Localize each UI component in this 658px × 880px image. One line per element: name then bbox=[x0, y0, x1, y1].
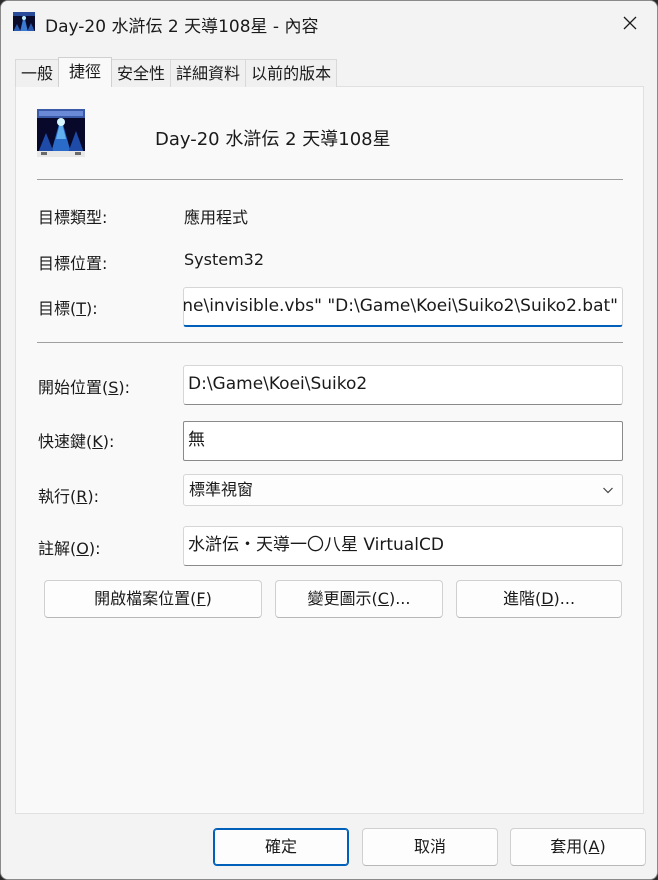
ok-button[interactable]: 確定 bbox=[213, 828, 349, 866]
target-location-value: System32 bbox=[184, 250, 265, 269]
open-file-location-button[interactable]: 開啟檔案位置(F) bbox=[44, 580, 262, 618]
target-type-value: 應用程式 bbox=[184, 208, 249, 227]
change-icon-key: C bbox=[377, 589, 389, 608]
change-icon-button[interactable]: 變更圖示(C)... bbox=[275, 580, 443, 618]
target-input[interactable]: ne\invisible.vbs" "D:\Game\Koei\Suiko2\S… bbox=[183, 287, 623, 327]
target-input-text: ne\invisible.vbs" "D:\Game\Koei\Suiko2\S… bbox=[183, 296, 618, 316]
target-type-label: 目標類型: bbox=[38, 208, 108, 227]
advanced-button[interactable]: 進階(D)... bbox=[456, 580, 622, 618]
comment-input[interactable]: 水滸伝・天導一〇八星 VirtualCD bbox=[183, 526, 623, 566]
open-location-pre: 開啟檔案位置( bbox=[94, 589, 197, 608]
hotkey-input[interactable]: 無 bbox=[183, 421, 623, 461]
comment-label-pre: 註解( bbox=[38, 539, 77, 558]
hotkey-label: 快速鍵(K): bbox=[38, 428, 114, 452]
advanced-pre: 進階( bbox=[502, 589, 542, 608]
run-label-post: ): bbox=[87, 487, 100, 506]
run-label-pre: 執行( bbox=[38, 487, 77, 506]
properties-dialog: Day-20 水滸伝 2 天導108星 - 內容 一般 捷徑 安全性 詳細資料 … bbox=[0, 0, 658, 880]
tab-general[interactable]: 一般 bbox=[15, 59, 60, 87]
chevron-down-icon bbox=[603, 487, 613, 494]
change-icon-pre: 變更圖示( bbox=[307, 589, 378, 608]
comment-input-text: 水滸伝・天導一〇八星 VirtualCD bbox=[188, 535, 444, 555]
comment-label-post: ): bbox=[88, 539, 101, 558]
tab-shortcut[interactable]: 捷徑 bbox=[58, 57, 113, 87]
advanced-key: D bbox=[541, 589, 554, 608]
start-in-input-text: D:\Game\Koei\Suiko2 bbox=[188, 374, 368, 394]
tab-security[interactable]: 安全性 bbox=[111, 59, 172, 87]
run-select[interactable]: 標準視窗 bbox=[183, 474, 623, 506]
start-in-label-post: ): bbox=[118, 378, 131, 397]
target-location-label: 目標位置: bbox=[38, 254, 108, 273]
apply-pre: 套用( bbox=[550, 837, 589, 856]
target-label-pre: 目標( bbox=[38, 299, 77, 318]
start-in-label-pre: 開始位置( bbox=[38, 378, 109, 397]
title-bar[interactable]: Day-20 水滸伝 2 天導108星 - 內容 bbox=[1, 1, 657, 45]
start-in-input[interactable]: D:\Game\Koei\Suiko2 bbox=[183, 365, 623, 405]
hotkey-label-post: ): bbox=[102, 432, 115, 451]
open-location-key: F bbox=[196, 589, 206, 608]
close-icon bbox=[623, 16, 637, 30]
close-button[interactable] bbox=[603, 1, 657, 45]
hotkey-input-text: 無 bbox=[188, 430, 205, 450]
apply-key: A bbox=[588, 837, 600, 856]
comment-label-key: O bbox=[76, 539, 89, 558]
hotkey-label-key: K bbox=[92, 432, 103, 451]
change-icon-post: )... bbox=[388, 589, 411, 608]
app-icon-small bbox=[13, 12, 35, 34]
apply-post: ) bbox=[599, 837, 606, 856]
start-in-label: 開始位置(S): bbox=[38, 374, 130, 398]
cancel-button[interactable]: 取消 bbox=[362, 828, 498, 866]
apply-button[interactable]: 套用(A) bbox=[510, 828, 646, 866]
start-in-label-key: S bbox=[108, 378, 119, 397]
target-label-key: T bbox=[76, 299, 87, 318]
open-location-post: ) bbox=[205, 589, 212, 608]
tab-previous-versions[interactable]: 以前的版本 bbox=[245, 59, 338, 87]
run-label-key: R bbox=[76, 487, 88, 506]
divider-middle bbox=[37, 342, 623, 343]
advanced-post: )... bbox=[553, 589, 576, 608]
tab-details[interactable]: 詳細資料 bbox=[170, 59, 247, 87]
shortcut-name: Day-20 水滸伝 2 天導108星 bbox=[155, 129, 391, 150]
hotkey-label-pre: 快速鍵( bbox=[38, 432, 93, 451]
target-label: 目標(T): bbox=[38, 295, 98, 319]
shortcut-icon bbox=[37, 109, 85, 157]
comment-label: 註解(O): bbox=[38, 535, 100, 559]
divider-top bbox=[37, 179, 623, 180]
target-label-post: ): bbox=[86, 299, 98, 318]
run-label: 執行(R): bbox=[38, 483, 99, 507]
window-title: Day-20 水滸伝 2 天導108星 - 內容 bbox=[45, 17, 319, 37]
run-select-value: 標準視窗 bbox=[189, 480, 254, 499]
tab-bar: 一般 捷徑 安全性 詳細資料 以前的版本 bbox=[15, 57, 338, 87]
